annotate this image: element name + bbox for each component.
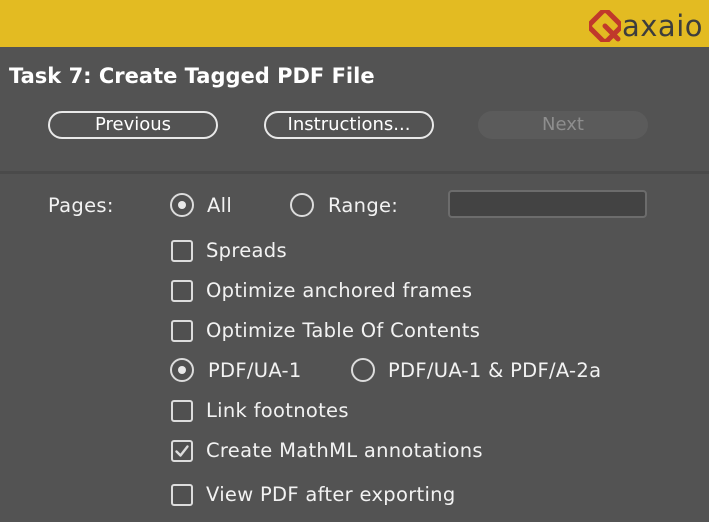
pages-range-label[interactable]: Range: bbox=[328, 194, 398, 217]
optimize-anchored-label[interactable]: Optimize anchored frames bbox=[206, 279, 472, 302]
pdf-ua1-a2a-label[interactable]: PDF/UA-1 & PDF/A-2a bbox=[388, 359, 601, 382]
mathml-checkbox[interactable] bbox=[171, 440, 193, 462]
brand-logo: axaio bbox=[588, 8, 703, 44]
checkmark-icon bbox=[175, 445, 189, 457]
optimize-toc-checkbox[interactable] bbox=[171, 320, 193, 342]
pdf-ua1-radio[interactable] bbox=[170, 358, 194, 382]
brand-name: axaio bbox=[621, 9, 703, 43]
spreads-label[interactable]: Spreads bbox=[206, 239, 287, 262]
spreads-checkbox[interactable] bbox=[171, 240, 193, 262]
pdf-ua1-a2a-radio[interactable] bbox=[351, 358, 375, 382]
optimize-toc-label[interactable]: Optimize Table Of Contents bbox=[206, 319, 480, 342]
link-footnotes-checkbox[interactable] bbox=[171, 400, 193, 422]
view-pdf-checkbox[interactable] bbox=[171, 484, 193, 506]
instructions-button[interactable]: Instructions... bbox=[264, 111, 434, 139]
optimize-anchored-checkbox[interactable] bbox=[171, 280, 193, 302]
pdf-ua1-label[interactable]: PDF/UA-1 bbox=[208, 359, 302, 382]
pages-all-radio[interactable] bbox=[170, 193, 194, 217]
page-title: Task 7: Create Tagged PDF File bbox=[9, 64, 375, 88]
pages-all-label[interactable]: All bbox=[207, 194, 232, 217]
axaio-logo-icon bbox=[588, 10, 621, 42]
divider bbox=[0, 171, 709, 174]
previous-button[interactable]: Previous bbox=[48, 111, 218, 139]
link-footnotes-label[interactable]: Link footnotes bbox=[206, 399, 349, 422]
range-input[interactable] bbox=[448, 190, 647, 218]
pages-label: Pages: bbox=[48, 194, 114, 217]
pages-range-radio[interactable] bbox=[290, 193, 314, 217]
header-bar: axaio bbox=[0, 0, 709, 47]
next-button[interactable]: Next bbox=[478, 111, 648, 139]
mathml-label[interactable]: Create MathML annotations bbox=[206, 439, 483, 462]
view-pdf-label[interactable]: View PDF after exporting bbox=[206, 483, 456, 506]
